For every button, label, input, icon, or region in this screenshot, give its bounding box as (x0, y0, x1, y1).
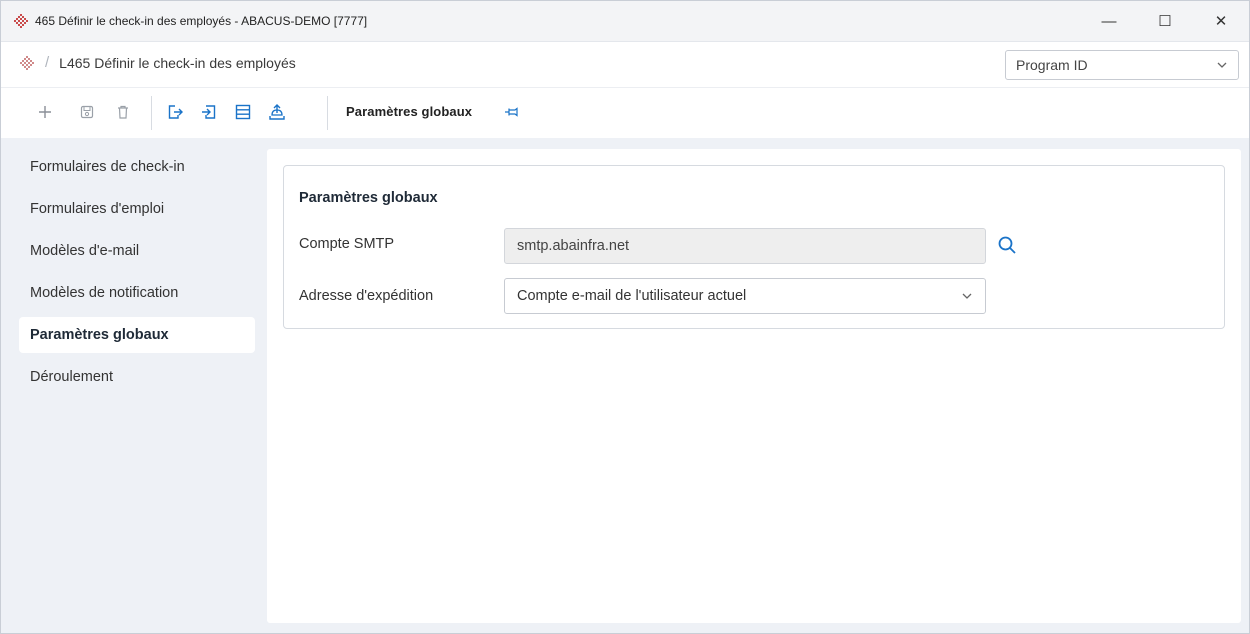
sidebar-item-modeles-email[interactable]: Modèles d'e-mail (19, 233, 255, 269)
smtp-label: Compte SMTP (299, 236, 395, 252)
maximize-button[interactable]: ☐ (1137, 1, 1193, 41)
chevron-down-icon (1217, 62, 1227, 68)
toolbar-divider (151, 96, 152, 130)
breadcrumb: / L465 Définir le check-in des employés (19, 54, 296, 71)
add-icon[interactable] (35, 102, 55, 122)
sidebar-item-deroulement[interactable]: Déroulement (19, 359, 255, 395)
breadcrumb-bar: / L465 Définir le check-in des employés … (1, 41, 1249, 88)
sidebar-item-formulaires-emploi[interactable]: Formulaires d'emploi (19, 191, 255, 227)
export-icon[interactable] (165, 102, 185, 122)
save-icon[interactable] (77, 102, 97, 122)
close-button[interactable]: ✕ (1193, 1, 1249, 41)
home-logo-icon[interactable] (19, 55, 35, 71)
sidebar: Formulaires de check-in Formulaires d'em… (19, 149, 255, 401)
smtp-account-field[interactable]: smtp.abainfra.net (504, 228, 986, 264)
breadcrumb-current: L465 Définir le check-in des employés (59, 54, 296, 71)
toolbar: Paramètres globaux (1, 87, 1249, 138)
window-controls: — ☐ ✕ (1081, 1, 1249, 41)
sender-address-label: Adresse d'expédition (299, 288, 434, 304)
sidebar-item-parametres-globaux[interactable]: Paramètres globaux (19, 317, 255, 353)
main-panel: Paramètres globaux Compte SMTP smtp.abai… (267, 149, 1241, 623)
app-window: 465 Définir le check-in des employés - A… (0, 0, 1250, 634)
sender-address-value: Compte e-mail de l'utilisateur actuel (517, 288, 747, 304)
title-bar: 465 Définir le check-in des employés - A… (1, 1, 1249, 41)
card-title: Paramètres globaux (299, 190, 438, 206)
sidebar-item-modeles-notification[interactable]: Modèles de notification (19, 275, 255, 311)
global-settings-card: Paramètres globaux Compte SMTP smtp.abai… (283, 165, 1225, 329)
sender-address-select[interactable]: Compte e-mail de l'utilisateur actuel (504, 278, 986, 314)
minimize-button[interactable]: — (1081, 1, 1137, 41)
sidebar-item-formulaires-check-in[interactable]: Formulaires de check-in (19, 149, 255, 185)
toolbar-divider (327, 96, 328, 130)
pin-icon[interactable] (502, 102, 522, 122)
app-logo-icon (14, 14, 28, 28)
import-icon[interactable] (199, 102, 219, 122)
program-id-select[interactable]: Program ID (1005, 50, 1239, 80)
window-title: 465 Définir le check-in des employés - A… (35, 14, 368, 28)
toolbar-section-label: Paramètres globaux (346, 104, 473, 119)
delete-icon[interactable] (113, 102, 133, 122)
breadcrumb-separator: / (45, 54, 50, 71)
chevron-down-icon (962, 293, 972, 299)
program-id-value: Program ID (1016, 57, 1088, 73)
upload-icon[interactable] (267, 102, 287, 122)
list-icon[interactable] (233, 102, 253, 122)
smtp-account-value: smtp.abainfra.net (517, 238, 630, 254)
search-icon[interactable] (996, 234, 1018, 256)
